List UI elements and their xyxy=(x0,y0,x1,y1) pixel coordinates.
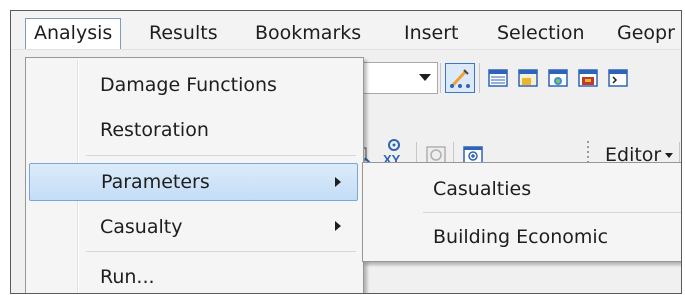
python-window-icon[interactable] xyxy=(605,65,631,91)
chevron-down-icon xyxy=(665,153,674,158)
menu-item-restoration[interactable]: Restoration xyxy=(29,111,358,149)
table-icon[interactable] xyxy=(485,65,511,91)
menu-geoprocessing[interactable]: Geopr xyxy=(609,19,681,47)
model-icon[interactable] xyxy=(575,65,601,91)
chevron-right-icon xyxy=(335,177,341,187)
menu-item-label: Damage Functions xyxy=(100,74,277,96)
toolbar-separator xyxy=(479,63,480,93)
menu-item-casualty[interactable]: Casualty xyxy=(29,208,358,246)
toolbox-icon[interactable] xyxy=(545,65,571,91)
submenu-item-label: Building Economic xyxy=(433,226,609,248)
menu-separator xyxy=(86,155,356,156)
menu-item-label: Run... xyxy=(100,266,155,288)
menu-results[interactable]: Results xyxy=(141,19,226,47)
menu-separator xyxy=(423,212,681,213)
analysis-menu: Damage Functions Restoration Parameters … xyxy=(25,57,364,293)
menu-item-run[interactable]: Run... xyxy=(29,258,358,293)
submenu-item-casualties[interactable]: Casualties xyxy=(363,169,681,209)
application-window: Analysis Results Bookmarks Insert Select… xyxy=(10,10,682,294)
menu-bookmarks[interactable]: Bookmarks xyxy=(247,19,369,47)
parameters-submenu: Casualties Building Economic xyxy=(362,162,681,262)
toolbar-separator xyxy=(440,63,441,93)
menu-item-damage-functions[interactable]: Damage Functions xyxy=(29,66,358,104)
editing-pencil-icon[interactable] xyxy=(445,63,475,93)
submenu-item-label: Casualties xyxy=(433,178,532,200)
catalog-icon[interactable] xyxy=(515,65,541,91)
chevron-right-icon xyxy=(335,221,341,231)
menu-separator xyxy=(86,251,356,252)
menu-analysis[interactable]: Analysis xyxy=(25,18,122,49)
menu-item-label: Casualty xyxy=(100,216,183,238)
menu-item-label: Restoration xyxy=(100,119,209,141)
menu-item-label: Parameters xyxy=(101,171,210,193)
menu-selection[interactable]: Selection xyxy=(489,19,593,47)
chevron-down-icon[interactable] xyxy=(419,74,431,81)
menu-bar: Analysis Results Bookmarks Insert Select… xyxy=(11,11,681,50)
submenu-item-building-economic[interactable]: Building Economic xyxy=(363,217,681,257)
menu-item-parameters[interactable]: Parameters xyxy=(29,163,358,201)
menu-insert[interactable]: Insert xyxy=(396,19,467,47)
